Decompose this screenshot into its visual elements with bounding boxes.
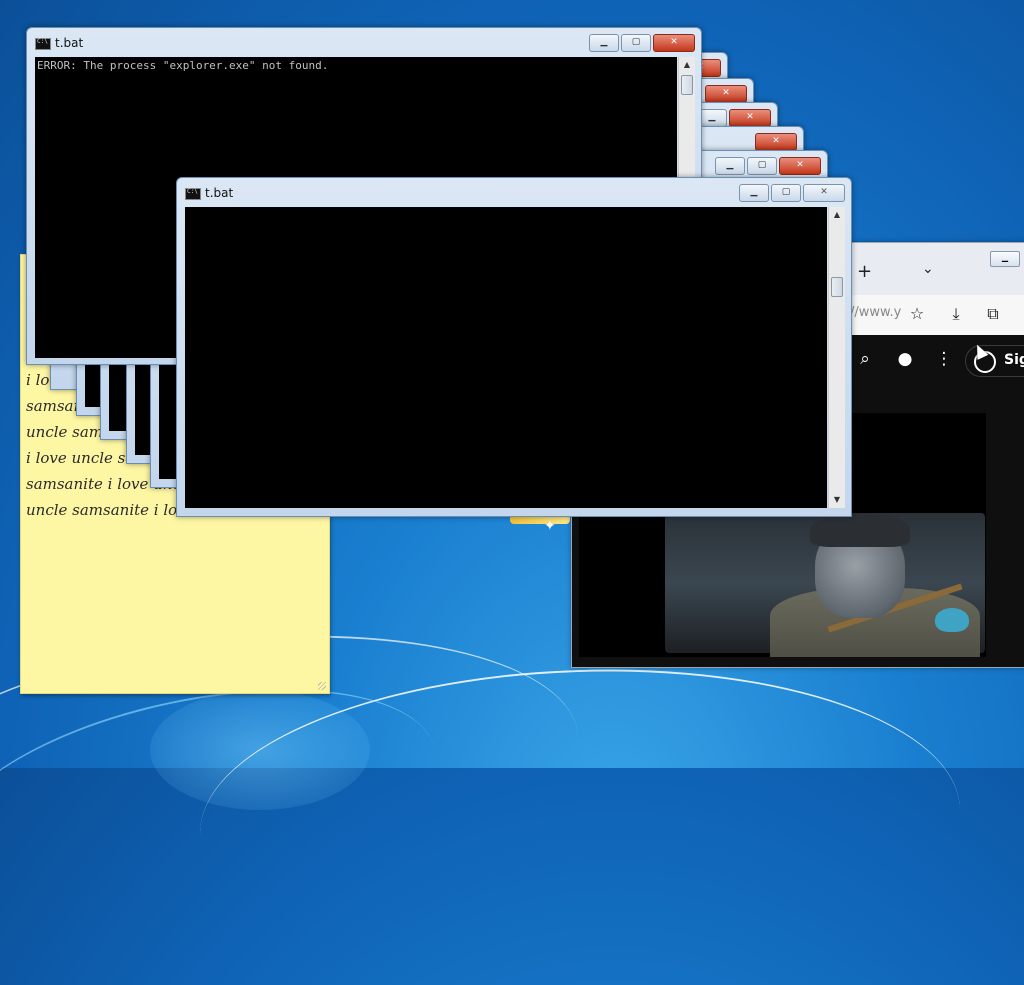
star-icon[interactable]: ☆ <box>906 303 928 325</box>
window-title: t.bat <box>55 36 84 50</box>
new-tab-button[interactable]: + <box>857 261 872 282</box>
scroll-up-arrow[interactable]: ▲ <box>829 207 845 223</box>
close-button[interactable]: ✕ <box>779 157 821 175</box>
console-area[interactable] <box>185 207 827 508</box>
url-text[interactable]: //www.y <box>850 305 901 320</box>
close-button[interactable]: ✕ <box>803 184 845 202</box>
minimize-button[interactable]: ▁ <box>589 34 619 52</box>
window-controls: ▁ ✕ <box>697 109 771 127</box>
scroll-thumb[interactable] <box>681 75 693 95</box>
scroll-thumb[interactable] <box>831 277 843 297</box>
title-bar[interactable]: t.bat ▁ ▢ ✕ <box>177 178 851 206</box>
scroll-up-arrow[interactable]: ▲ <box>679 57 695 73</box>
sparkle-icon: ✦ <box>544 518 556 534</box>
maximize-button[interactable]: ▢ <box>771 184 801 202</box>
window-controls: ✕ <box>705 85 747 103</box>
window-title: t.bat <box>205 186 234 200</box>
vertical-scrollbar[interactable]: ▲ ▼ <box>828 207 845 508</box>
title-bar[interactable]: t.bat ▁ ▢ ✕ <box>27 28 701 56</box>
tab-list-chevron-icon[interactable]: ⌄ <box>922 261 934 277</box>
scroll-down-arrow[interactable]: ▼ <box>829 492 845 508</box>
close-button[interactable]: ✕ <box>705 85 747 103</box>
mascot-icon <box>935 608 969 632</box>
close-button[interactable]: ✕ <box>755 133 797 151</box>
minimize-button[interactable]: ▁ <box>990 251 1020 267</box>
window-controls: ▁ ▢ ✕ <box>739 184 845 202</box>
console-output: ERROR: The process "explorer.exe" not fo… <box>37 59 329 72</box>
minimize-button[interactable]: ▁ <box>715 157 745 175</box>
maximize-button[interactable]: ▢ <box>621 34 651 52</box>
sign-in-label: Sig <box>1004 352 1024 368</box>
minimize-button[interactable]: ▁ <box>739 184 769 202</box>
close-button[interactable]: ✕ <box>729 109 771 127</box>
download-icon[interactable]: ⤓ <box>945 303 967 325</box>
close-button[interactable]: ✕ <box>653 34 695 52</box>
window-controls: ▁ ▢ ✕ <box>589 34 695 52</box>
character-cap <box>810 513 910 547</box>
mic-icon[interactable]: ● <box>894 349 916 369</box>
window-controls: ▁ ▢ ✕ <box>715 157 821 175</box>
maximize-button[interactable]: ▢ <box>747 157 777 175</box>
more-icon[interactable]: ⋮ <box>933 349 955 369</box>
resize-grip[interactable] <box>318 682 326 690</box>
cmd-icon <box>35 38 51 50</box>
window-controls: ✕ <box>755 133 797 151</box>
cmd-window-front[interactable]: t.bat ▁ ▢ ✕ ▲ ▼ <box>176 177 852 517</box>
search-icon[interactable]: ⌕ <box>854 349 876 369</box>
video-frame <box>665 513 985 657</box>
cmd-icon <box>185 188 201 200</box>
extensions-icon[interactable]: ⧉ <box>982 303 1004 325</box>
